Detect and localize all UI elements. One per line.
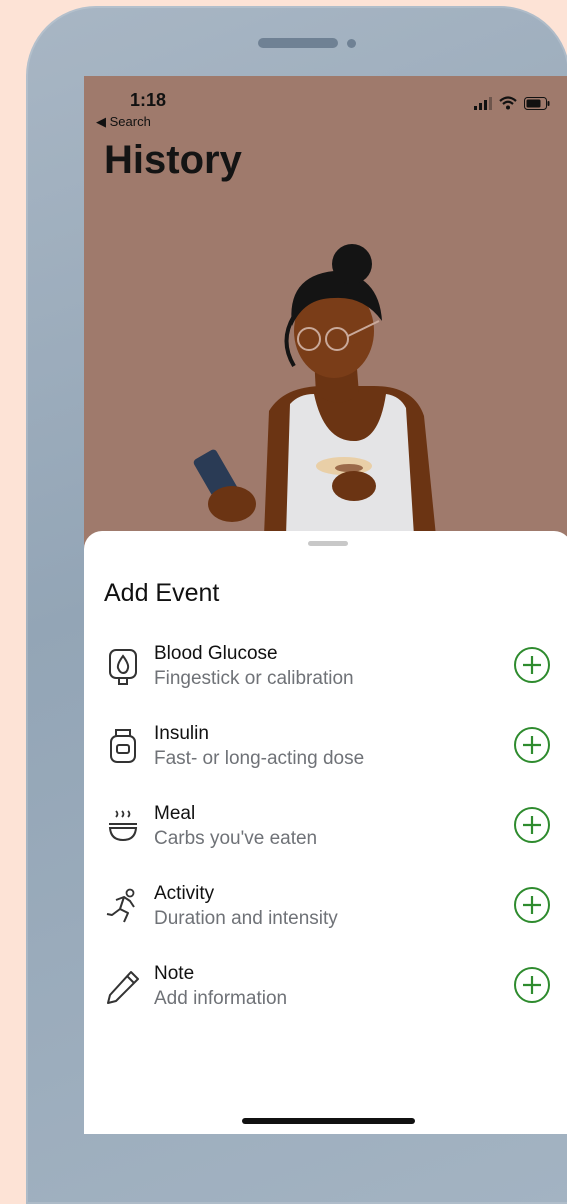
event-subtitle: Fast- or long-acting dose xyxy=(154,748,365,769)
event-subtitle: Fingestick or calibration xyxy=(154,668,354,689)
event-row-blood-glucose[interactable]: Blood Glucose Fingestick or calibration xyxy=(84,643,567,713)
add-event-sheet: Add Event Blood Glucose Fingestick or ca… xyxy=(84,531,567,1134)
event-label: Activity xyxy=(154,883,215,904)
app-screen: 1:18 ◀ Search History Add Event Blood Gl… xyxy=(84,76,567,1134)
wifi-icon xyxy=(499,96,517,110)
event-label: Insulin xyxy=(154,723,209,744)
battery-icon xyxy=(524,97,550,110)
add-circle-icon[interactable] xyxy=(512,885,552,925)
add-circle-icon[interactable] xyxy=(512,965,552,1005)
sheet-title: Add Event xyxy=(104,579,220,607)
add-circle-icon[interactable] xyxy=(512,725,552,765)
event-label: Blood Glucose xyxy=(154,643,278,664)
event-subtitle: Carbs you've eaten xyxy=(154,828,318,849)
meal-bowl-icon xyxy=(108,810,138,842)
status-time: 1:18 xyxy=(130,90,167,110)
woman-with-phone-illustration xyxy=(193,244,436,536)
signal-icon xyxy=(474,97,492,110)
back-to-search-link[interactable]: ◀ Search xyxy=(96,114,151,130)
pencil-icon xyxy=(107,971,139,1004)
event-subtitle: Duration and intensity xyxy=(154,908,338,929)
speaker-grille xyxy=(258,38,338,48)
phone-frame: 1:18 ◀ Search History Add Event Blood Gl… xyxy=(26,6,567,1204)
page-title: History xyxy=(104,138,242,182)
insulin-vial-icon xyxy=(110,729,136,763)
event-row-meal[interactable]: Meal Carbs you've eaten xyxy=(84,803,567,873)
home-indicator[interactable] xyxy=(242,1118,415,1124)
status-icons xyxy=(474,96,550,110)
event-row-activity[interactable]: Activity Duration and intensity xyxy=(84,883,567,953)
sheet-grabber[interactable] xyxy=(308,541,348,546)
add-circle-icon[interactable] xyxy=(512,805,552,845)
front-camera xyxy=(347,39,356,48)
running-person-icon xyxy=(106,888,135,923)
event-label: Meal xyxy=(154,803,196,824)
event-label: Note xyxy=(154,963,195,984)
event-row-note[interactable]: Note Add information xyxy=(84,963,567,1033)
event-subtitle: Add information xyxy=(154,988,288,1009)
event-row-insulin[interactable]: Insulin Fast- or long-acting dose xyxy=(84,723,567,793)
add-circle-icon[interactable] xyxy=(512,645,552,685)
blood-drop-meter-icon xyxy=(109,649,137,685)
